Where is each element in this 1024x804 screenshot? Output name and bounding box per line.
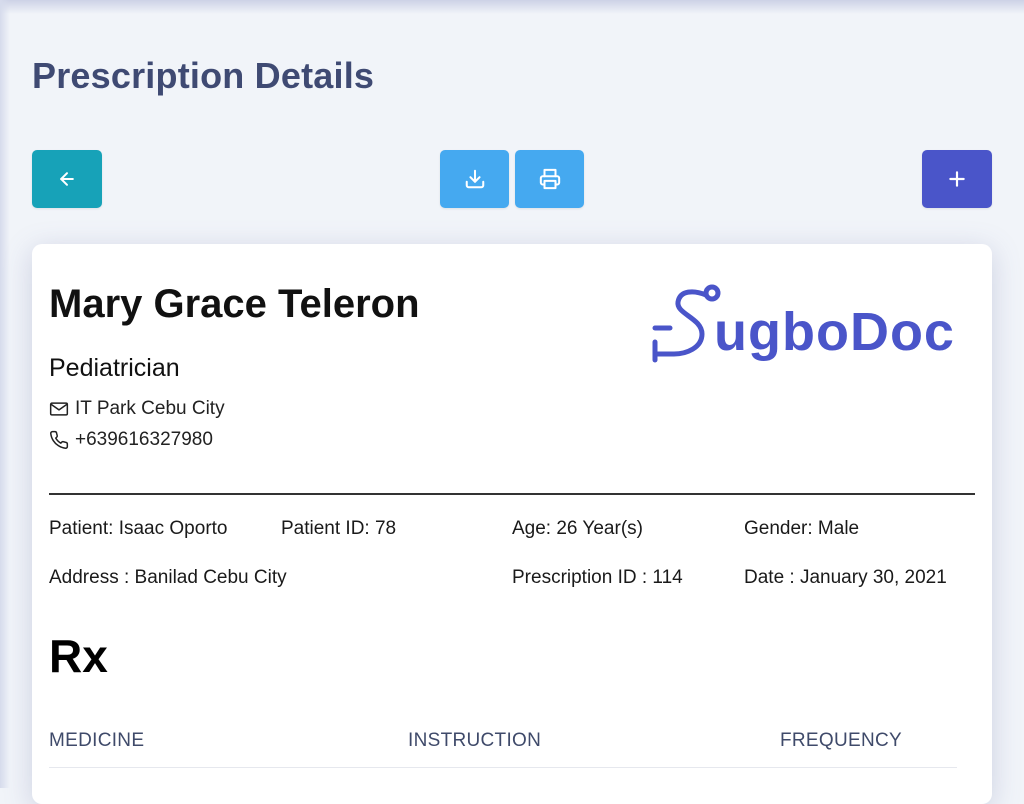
- prescription-id: Prescription ID : 114: [512, 567, 683, 588]
- doctor-phone: +639616327980: [75, 429, 213, 450]
- download-icon: [464, 168, 486, 190]
- phone-icon: [49, 430, 71, 450]
- rx-symbol: Rx: [49, 630, 108, 682]
- column-header-medicine: MEDICINE: [49, 730, 145, 751]
- doctor-specialty: Pediatrician: [49, 354, 180, 382]
- header-divider: [49, 493, 975, 495]
- patient-id: Patient ID: 78: [281, 518, 397, 539]
- download-button[interactable]: [440, 150, 509, 208]
- prescription-date: Date : January 30, 2021: [744, 567, 947, 588]
- arrow-left-icon: [57, 169, 77, 189]
- page-title: Prescription Details: [32, 55, 375, 96]
- patient-address: Address : Banilad Cebu City: [49, 567, 287, 588]
- logo-text: ugboDoc: [714, 302, 955, 362]
- prescription-card: Mary Grace Teleron Pediatrician IT Park …: [32, 244, 992, 804]
- print-button[interactable]: [515, 150, 584, 208]
- doctor-name: Mary Grace Teleron: [49, 282, 420, 326]
- back-button[interactable]: [32, 150, 102, 208]
- patient-age: Age: 26 Year(s): [512, 518, 643, 539]
- doctor-address-row: IT Park Cebu City: [49, 398, 225, 420]
- patient-name: Patient: Isaac Oporto: [49, 518, 228, 539]
- column-header-frequency: FREQUENCY: [780, 730, 902, 751]
- patient-gender: Gender: Male: [744, 518, 860, 539]
- sugbodoc-logo: ugboDoc: [650, 284, 962, 366]
- plus-icon: [947, 169, 967, 189]
- envelope-icon: [49, 399, 71, 419]
- top-shadow: [0, 0, 1024, 14]
- add-button[interactable]: [922, 150, 992, 208]
- printer-icon: [539, 168, 561, 190]
- column-header-instruction: INSTRUCTION: [408, 730, 542, 751]
- table-header-divider: [49, 767, 957, 768]
- left-shadow: [0, 0, 10, 788]
- doctor-address: IT Park Cebu City: [75, 398, 225, 419]
- doctor-phone-row: +639616327980: [49, 429, 213, 451]
